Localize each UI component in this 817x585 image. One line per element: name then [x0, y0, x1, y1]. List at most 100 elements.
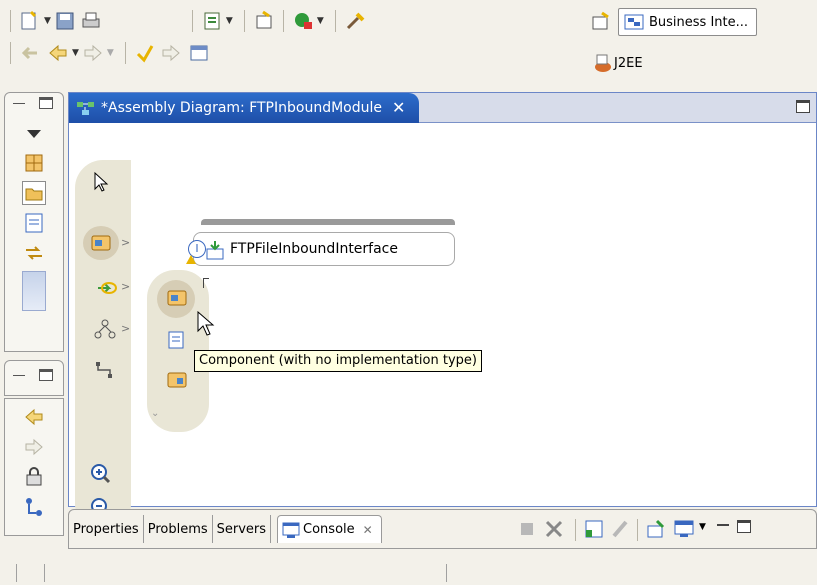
sync-view-icon[interactable] [22, 241, 46, 265]
drop-indicator [203, 278, 209, 288]
forward-arrow-icon[interactable] [22, 435, 46, 459]
import-export-icon[interactable] [95, 276, 119, 300]
print-icon[interactable] [80, 10, 102, 32]
perspective-business-integration-button[interactable]: Business Inte... [618, 8, 758, 36]
drawer-expand-chevron-icon[interactable]: > [121, 280, 130, 293]
status-divider [446, 564, 447, 582]
open-perspective-icon[interactable] [590, 11, 612, 33]
maximize-icon[interactable] [796, 100, 810, 113]
drawer-expand-chevron-icon[interactable]: > [121, 236, 130, 249]
business-integration-icon [623, 11, 645, 33]
minimize-icon[interactable] [13, 103, 25, 104]
minimize-icon[interactable] [13, 375, 25, 376]
tab-problems[interactable]: Problems [144, 515, 213, 543]
restore-icon[interactable] [39, 97, 53, 109]
show-view-icon[interactable] [188, 42, 210, 64]
new-wizard-icon[interactable] [19, 10, 41, 32]
trim-restore-bar [5, 93, 63, 115]
view-menu-chevron-icon[interactable] [22, 121, 46, 145]
component-icon[interactable] [89, 231, 113, 255]
trim-stack-1 [4, 92, 64, 352]
mouse-pointer-icon [197, 310, 215, 339]
interface-info-icon: I [188, 240, 206, 258]
maximize-icon[interactable] [737, 520, 751, 533]
previous-annotation-icon[interactable] [134, 42, 156, 64]
editor-tab-bar: *Assembly Diagram: FTPInboundModule ✕ [69, 92, 816, 123]
list-view-icon[interactable] [22, 211, 46, 235]
external-tools-icon[interactable] [344, 10, 366, 32]
untyped-component-icon[interactable] [165, 286, 189, 310]
close-icon[interactable]: ✕ [363, 523, 373, 537]
diagram-canvas[interactable]: > > > ⌄ I FTPFileInboundInterface Compon… [69, 124, 816, 532]
display-console-icon[interactable] [673, 518, 695, 540]
run-dropdown-chevron-icon[interactable]: ▼ [317, 16, 324, 26]
terminate-icon[interactable] [521, 523, 533, 535]
toolbar-separator [637, 519, 638, 541]
console-icon [282, 521, 300, 539]
clear-console-icon[interactable] [609, 518, 631, 540]
palette-tooltip: Component (with no implementation type) [194, 350, 482, 372]
java-component-icon[interactable] [165, 328, 189, 352]
perspective-label: J2EE [614, 55, 643, 71]
back-icon[interactable] [47, 42, 69, 64]
tab-console[interactable]: Console ✕ [277, 515, 382, 543]
wiring-icon[interactable] [93, 318, 117, 342]
console-tab-label: Console [303, 522, 355, 537]
status-divider [16, 564, 17, 582]
new-module-icon[interactable] [201, 10, 223, 32]
process-component-icon[interactable] [165, 368, 189, 392]
toolbar-row-2: ▼ ▼ [4, 38, 210, 68]
close-icon[interactable]: ✕ [392, 98, 405, 117]
new-dropdown-chevron-icon[interactable]: ▼ [44, 16, 51, 26]
component-label: FTPFileInboundInterface [230, 241, 398, 257]
hierarchy-view-icon[interactable] [22, 495, 46, 519]
back-arrow-icon[interactable] [22, 405, 46, 429]
zoom-in-icon[interactable] [89, 462, 113, 486]
perspective-switcher: Business Inte... [590, 8, 758, 36]
perspective-j2ee-button[interactable]: J2EE [592, 52, 643, 74]
restore-icon[interactable] [39, 369, 53, 381]
lock-icon[interactable] [22, 465, 46, 489]
folder-view-icon[interactable] [22, 181, 46, 205]
next-annotation-icon[interactable] [160, 42, 182, 64]
back-dropdown-chevron-icon[interactable]: ▼ [72, 48, 79, 58]
module-dropdown-chevron-icon[interactable]: ▼ [226, 16, 233, 26]
status-bar [0, 556, 817, 585]
bottom-view-stack: Properties Problems Servers Console ✕ ▼ [68, 509, 817, 549]
palette: > > > [75, 160, 131, 532]
pin-console-icon[interactable] [645, 518, 667, 540]
open-type-icon[interactable] [253, 10, 275, 32]
forward-icon[interactable] [82, 42, 104, 64]
assembly-diagram-editor: *Assembly Diagram: FTPInboundModule ✕ > … [68, 92, 817, 532]
selection-arrow-icon[interactable] [89, 170, 113, 194]
toolbar-separator [10, 42, 11, 64]
connection-icon[interactable] [93, 358, 117, 382]
save-icon[interactable] [54, 10, 76, 32]
status-divider [44, 564, 45, 582]
scroll-lock-icon[interactable] [583, 518, 605, 540]
toolbar-separator [10, 10, 11, 32]
last-edit-location-icon[interactable] [19, 42, 41, 64]
left-trim-stack [0, 92, 64, 585]
scroll-view-icon[interactable] [22, 271, 46, 311]
trim-stack-2 [4, 360, 64, 396]
flyout-scroll-down-chevron-icon[interactable]: ⌄ [151, 408, 159, 419]
drawer-expand-chevron-icon[interactable]: > [121, 322, 130, 335]
console-dropdown-chevron-icon[interactable]: ▼ [699, 522, 706, 532]
toolbar-row-1: ▼ ▼ ▼ [4, 6, 366, 36]
forward-dropdown-chevron-icon[interactable]: ▼ [107, 48, 114, 58]
run-icon[interactable] [292, 10, 314, 32]
remove-launches-icon[interactable] [543, 518, 565, 540]
j2ee-icon [592, 52, 614, 74]
minimize-icon[interactable] [717, 524, 729, 526]
tab-properties[interactable]: Properties [69, 515, 144, 543]
tab-servers[interactable]: Servers [213, 515, 272, 543]
ftp-inbound-interface-component[interactable]: I FTPFileInboundInterface [186, 232, 455, 266]
toolbar-separator [243, 10, 245, 32]
toolbar-separator [575, 519, 576, 541]
eis-import-icon [206, 239, 226, 261]
assembly-diagram-icon [75, 97, 97, 119]
trim-stack-3 [4, 398, 64, 536]
outline-view-icon[interactable] [22, 151, 46, 175]
tab-assembly-diagram[interactable]: *Assembly Diagram: FTPInboundModule ✕ [69, 92, 420, 123]
